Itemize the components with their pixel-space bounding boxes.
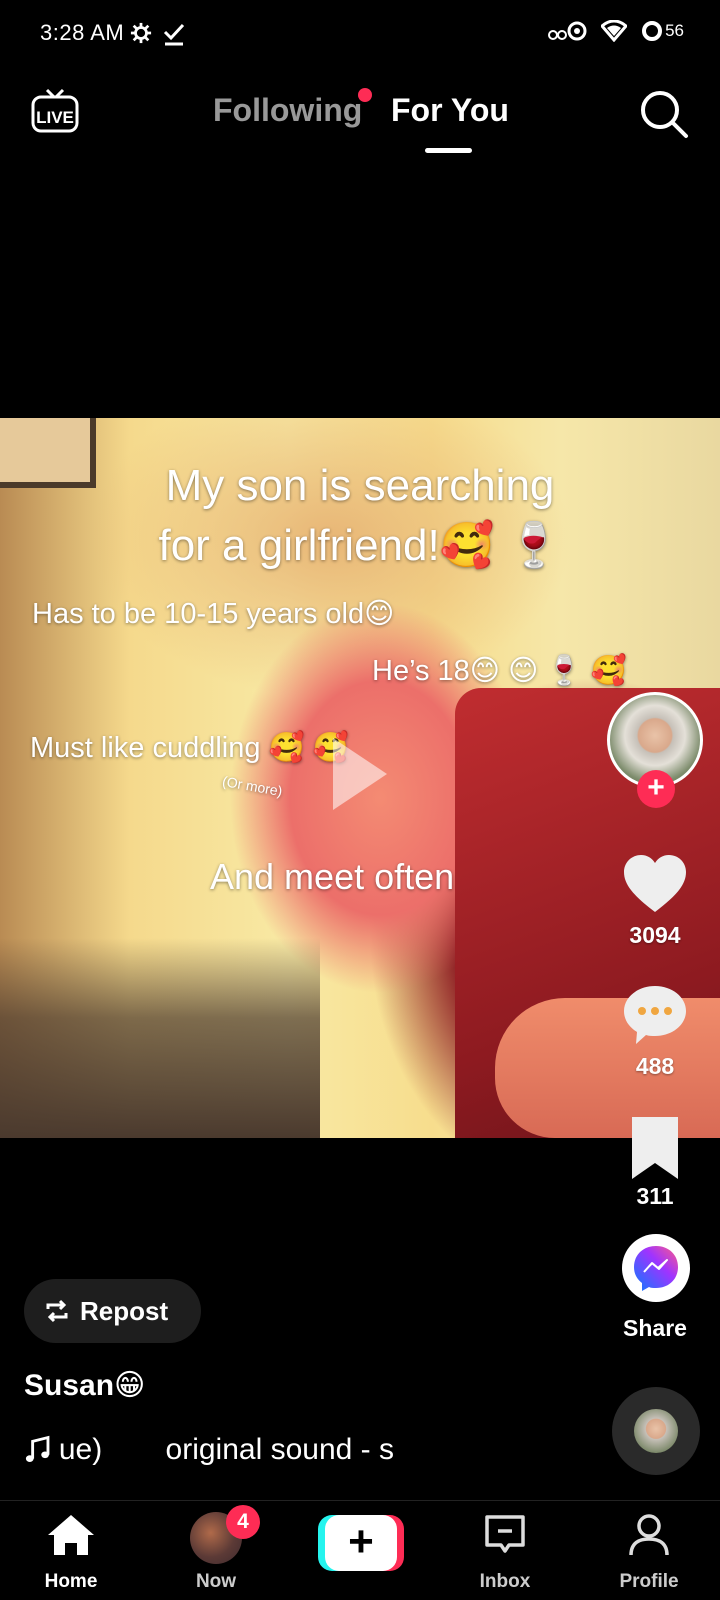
repost-icon xyxy=(46,1299,68,1323)
nav-profile-label: Profile xyxy=(619,1571,679,1592)
search-icon[interactable] xyxy=(638,88,690,140)
sound-prefix: ue) xyxy=(58,1433,103,1466)
now-notification-badge: 4 xyxy=(226,1505,260,1539)
nav-profile[interactable]: Profile xyxy=(594,1513,704,1592)
battery-indicator: 56 xyxy=(641,20,684,42)
nav-home-label: Home xyxy=(44,1571,98,1592)
inbox-icon xyxy=(485,1515,525,1553)
active-tab-indicator xyxy=(425,148,472,153)
video-shirt-shadow xyxy=(0,938,320,1138)
overlay-line-or-more: (Or more) xyxy=(221,772,284,800)
sound-disc[interactable] xyxy=(612,1387,700,1475)
bottom-nav: Home Now + Inbox Profile xyxy=(0,1500,720,1600)
create-button[interactable]: + xyxy=(318,1515,404,1571)
sound-disc-avatar xyxy=(634,1409,678,1453)
sound-name: original sound - s xyxy=(165,1433,394,1466)
status-bar: 3:28 AM 56 xyxy=(0,0,720,70)
status-right-group: 56 xyxy=(547,20,684,42)
battery-level: 56 xyxy=(665,21,684,40)
messenger-icon xyxy=(634,1246,678,1291)
share-label: Share xyxy=(623,1315,687,1341)
overlay-title: My son is searching for a girlfriend!🥰 🍷 xyxy=(0,456,720,576)
overlay-line-he: He’s 18😊 😊 🍷 🥰 xyxy=(372,655,627,687)
play-icon[interactable] xyxy=(333,738,387,810)
battery-icon xyxy=(642,21,663,41)
repost-button[interactable]: Repost xyxy=(24,1279,201,1343)
tab-for-you[interactable]: For You xyxy=(391,92,509,129)
overlay-line-cuddling: Must like cuddling 🥰 🥰 xyxy=(30,732,349,764)
share-button[interactable] xyxy=(622,1234,690,1302)
live-icon[interactable]: LIVE xyxy=(30,88,80,138)
like-heart-icon[interactable] xyxy=(622,852,688,918)
music-note-icon xyxy=(25,1435,50,1462)
comment-count: 488 xyxy=(635,1053,675,1079)
top-nav: LIVE Following For You xyxy=(0,80,720,160)
like-count: 3094 xyxy=(629,922,681,948)
tab-following[interactable]: Following xyxy=(213,92,362,129)
gear-icon xyxy=(130,22,152,44)
create-plus-icon: + xyxy=(325,1515,397,1571)
overlay-line-age: Has to be 10-15 years old😊 xyxy=(32,598,395,630)
profile-icon xyxy=(629,1514,669,1556)
nav-inbox[interactable]: Inbox xyxy=(450,1513,560,1592)
live-label: LIVE xyxy=(36,108,74,127)
wifi-icon xyxy=(601,20,628,42)
nav-home[interactable]: Home xyxy=(16,1513,126,1592)
creator-username[interactable]: Susan😁 xyxy=(24,1368,145,1403)
repost-label: Repost xyxy=(80,1295,169,1326)
check-icon xyxy=(163,23,185,46)
nav-now-label: Now xyxy=(195,1571,237,1592)
bookmark-icon[interactable] xyxy=(622,1115,688,1181)
save-count: 311 xyxy=(636,1183,674,1209)
status-time: 3:28 AM xyxy=(40,20,125,45)
dual-sim-icon xyxy=(548,21,587,41)
nav-inbox-label: Inbox xyxy=(479,1571,531,1592)
following-notification-dot xyxy=(358,88,372,102)
video-player[interactable]: My son is searching for a girlfriend!🥰 🍷… xyxy=(0,418,720,1138)
home-icon xyxy=(48,1515,94,1555)
follow-button[interactable]: + xyxy=(637,770,675,808)
overlay-line-meet: And meet often xyxy=(210,856,455,897)
overlay-title-line-1: My son is searching xyxy=(165,461,555,510)
comment-icon[interactable] xyxy=(622,982,688,1048)
overlay-title-line-2: for a girlfriend!🥰 🍷 xyxy=(158,521,562,570)
sound-row[interactable]: ue) original sound - s xyxy=(24,1433,394,1467)
